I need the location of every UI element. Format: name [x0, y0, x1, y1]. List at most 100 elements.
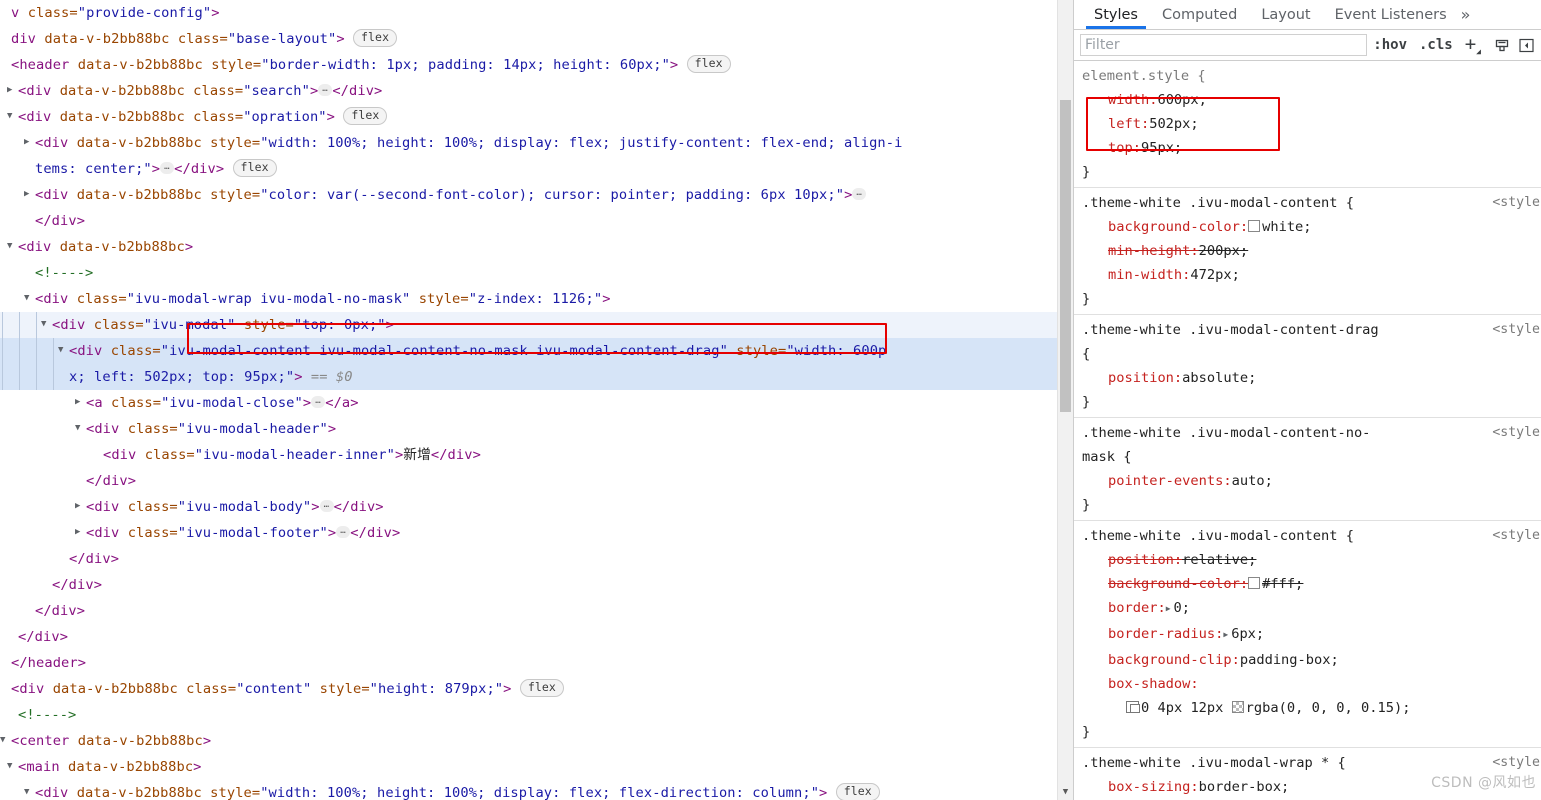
dom-node-row[interactable]: <div class="ivu-modal-footer">…</div> — [0, 520, 1073, 546]
css-declaration[interactable]: background-clip: padding-box; — [1082, 648, 1541, 672]
expand-triangle-closed-icon[interactable] — [24, 129, 35, 155]
scroll-down-arrow-icon[interactable]: ▼ — [1058, 785, 1073, 800]
declaration-value[interactable]: relative; — [1182, 552, 1256, 568]
collapsed-children-ellipsis[interactable]: … — [852, 188, 867, 200]
dom-tree-scrollbar[interactable]: ▼ — [1057, 0, 1073, 800]
declaration-value[interactable]: 472px; — [1190, 267, 1239, 283]
expand-triangle-open-icon[interactable] — [7, 753, 18, 779]
expand-triangle-closed-icon[interactable] — [75, 519, 86, 545]
styles-filter-input[interactable] — [1080, 34, 1368, 56]
collapsed-children-ellipsis[interactable]: … — [160, 162, 175, 174]
color-swatch[interactable] — [1248, 577, 1261, 589]
dom-node-row[interactable]: <div class="ivu-modal-content ivu-modal-… — [0, 338, 1073, 364]
rule-source-link[interactable]: <style — [1492, 524, 1540, 548]
tab-computed[interactable]: Computed — [1150, 1, 1249, 29]
declaration-property[interactable]: background-color: — [1082, 215, 1248, 239]
tab-event-listeners[interactable]: Event Listeners — [1323, 1, 1459, 29]
declaration-property[interactable]: position: — [1082, 548, 1182, 572]
dom-node-row[interactable]: <div class="ivu-modal" style="top: 0px;"… — [0, 312, 1073, 338]
rule-selector[interactable]: .theme-white .ivu-modal-content { — [1082, 191, 1541, 215]
tab-styles[interactable]: Styles — [1082, 1, 1150, 29]
declaration-property[interactable]: background-color: — [1082, 572, 1248, 596]
expand-triangle-open-icon[interactable] — [24, 285, 35, 311]
css-declaration[interactable]: top: 95px; — [1082, 136, 1541, 160]
flex-badge[interactable]: flex — [519, 679, 564, 697]
tab-layout[interactable]: Layout — [1249, 1, 1322, 29]
dom-node-row[interactable]: <!----> — [0, 260, 1073, 286]
declaration-property[interactable]: border: — [1082, 596, 1166, 620]
elements-dom-tree-pane[interactable]: v class="provide-config"> div data-v-b2bb… — [0, 0, 1073, 800]
new-style-rule-button[interactable]: +◢ — [1459, 33, 1487, 56]
declaration-value[interactable]: 0 4px 12px — [1141, 700, 1232, 716]
dom-node-row[interactable]: <div data-v-b2bb88bc style="width: 100%;… — [0, 130, 1073, 156]
flex-badge[interactable]: flex — [835, 783, 880, 800]
css-declaration[interactable]: position: absolute; — [1082, 366, 1541, 390]
declaration-value[interactable]: #fff; — [1262, 576, 1303, 592]
collapsed-children-ellipsis[interactable]: … — [336, 526, 351, 538]
rule-source-link[interactable]: <style — [1492, 318, 1540, 342]
dom-tree-list[interactable]: v class="provide-config"> div data-v-b2bb… — [0, 0, 1073, 800]
styles-filter-bar[interactable]: :hov .cls +◢ — [1074, 30, 1541, 61]
dom-node-row[interactable]: <a class="ivu-modal-close">…</a> — [0, 390, 1073, 416]
declaration-expand-icon[interactable]: ▶ — [1166, 597, 1171, 621]
css-rule[interactable]: <style .theme-white .ivu-modal-content-dr… — [1074, 315, 1541, 418]
css-rule[interactable]: <style .theme-white .ivu-modal-content {p… — [1074, 521, 1541, 748]
css-declaration[interactable]: width: 600px; — [1082, 88, 1541, 112]
dom-node-row[interactable]: </div> — [0, 572, 1073, 598]
css-declaration[interactable]: border-radius: ▶ 6px; — [1082, 622, 1541, 648]
expand-triangle-open-icon[interactable] — [75, 415, 86, 441]
declaration-value[interactable]: padding-box; — [1240, 652, 1339, 668]
box-shadow-swatch-icon[interactable] — [1126, 701, 1140, 713]
declaration-property[interactable]: min-height: — [1082, 239, 1199, 263]
declaration-value[interactable]: 502px; — [1149, 116, 1198, 132]
declaration-value[interactable]: 0; — [1174, 600, 1190, 616]
css-rule[interactable]: <style .theme-white .ivu-modal-content-no… — [1074, 418, 1541, 521]
css-declaration[interactable]: border: ▶ 0; — [1082, 596, 1541, 622]
dom-node-row[interactable]: <div class="ivu-modal-wrap ivu-modal-no-… — [0, 286, 1073, 312]
dom-node-row[interactable]: <div data-v-b2bb88bc class="content" sty… — [0, 676, 1073, 702]
dom-node-row[interactable]: <!----> — [0, 702, 1073, 728]
dom-node-row[interactable]: </div> — [0, 208, 1073, 234]
dom-node-row[interactable]: </div> — [0, 598, 1073, 624]
rule-source-link[interactable]: <style — [1492, 421, 1540, 445]
color-swatch[interactable] — [1231, 701, 1244, 713]
declaration-value[interactable]: 6px; — [1231, 626, 1264, 642]
declaration-value[interactable]: absolute; — [1182, 370, 1256, 386]
declaration-value[interactable]: 600px; — [1157, 92, 1206, 108]
css-declaration[interactable]: min-width: 472px; — [1082, 263, 1541, 287]
flex-badge[interactable]: flex — [343, 107, 388, 125]
declaration-value-color[interactable]: rgba(0, 0, 0, 0.15); — [1246, 700, 1411, 716]
declaration-value[interactable]: 95px; — [1141, 140, 1182, 156]
css-rule[interactable]: <style .theme-white .ivu-modal-content {b… — [1074, 188, 1541, 315]
collapsed-children-ellipsis[interactable]: … — [319, 500, 334, 512]
dom-node-row[interactable]: </div> — [0, 468, 1073, 494]
declaration-property[interactable]: pointer-events: — [1082, 469, 1232, 493]
css-rules-list[interactable]: element.style {width: 600px; left: 502px;… — [1074, 61, 1541, 800]
dom-node-row[interactable]: <main data-v-b2bb88bc> — [0, 754, 1073, 780]
dom-node-row[interactable]: div data-v-b2bb88bc class="base-layout">… — [0, 26, 1073, 52]
expand-triangle-closed-icon[interactable] — [75, 389, 86, 415]
expand-triangle-open-icon[interactable] — [24, 779, 35, 800]
rule-selector[interactable]: element.style { — [1082, 64, 1541, 88]
force-state-hov-button[interactable]: :hov — [1367, 37, 1413, 53]
css-declaration[interactable]: background-color: white; — [1082, 215, 1541, 239]
dom-node-row[interactable]: <div class="ivu-modal-body">…</div> — [0, 494, 1073, 520]
dom-node-row[interactable]: </div> — [0, 546, 1073, 572]
declaration-value[interactable]: border-box; — [1199, 779, 1290, 795]
css-declaration[interactable]: pointer-events: auto; — [1082, 469, 1541, 493]
declaration-property[interactable]: width: — [1082, 88, 1157, 112]
dom-node-row[interactable]: x; left: 502px; top: 95px;"> == $0 — [0, 364, 1073, 390]
css-declaration[interactable]: 0 4px 12px rgba(0, 0, 0, 0.15); — [1082, 696, 1541, 720]
expand-triangle-open-icon[interactable] — [7, 103, 18, 129]
rule-selector[interactable]: .theme-white .ivu-modal-content { — [1082, 524, 1541, 548]
dom-node-row[interactable]: </header> — [0, 650, 1073, 676]
element-classes-cls-button[interactable]: .cls — [1413, 37, 1459, 53]
declaration-value[interactable]: white; — [1262, 219, 1311, 235]
dom-node-row[interactable]: <div data-v-b2bb88bc style="color: var(-… — [0, 182, 1073, 208]
dom-node-row[interactable]: tems: center;">… </div> flex — [0, 156, 1073, 182]
rule-source-link[interactable]: <style — [1492, 191, 1540, 215]
collapsed-children-ellipsis[interactable]: … — [318, 84, 333, 96]
flex-badge[interactable]: flex — [232, 159, 277, 177]
collapsed-children-ellipsis[interactable]: … — [311, 396, 326, 408]
flex-badge[interactable]: flex — [353, 29, 398, 47]
